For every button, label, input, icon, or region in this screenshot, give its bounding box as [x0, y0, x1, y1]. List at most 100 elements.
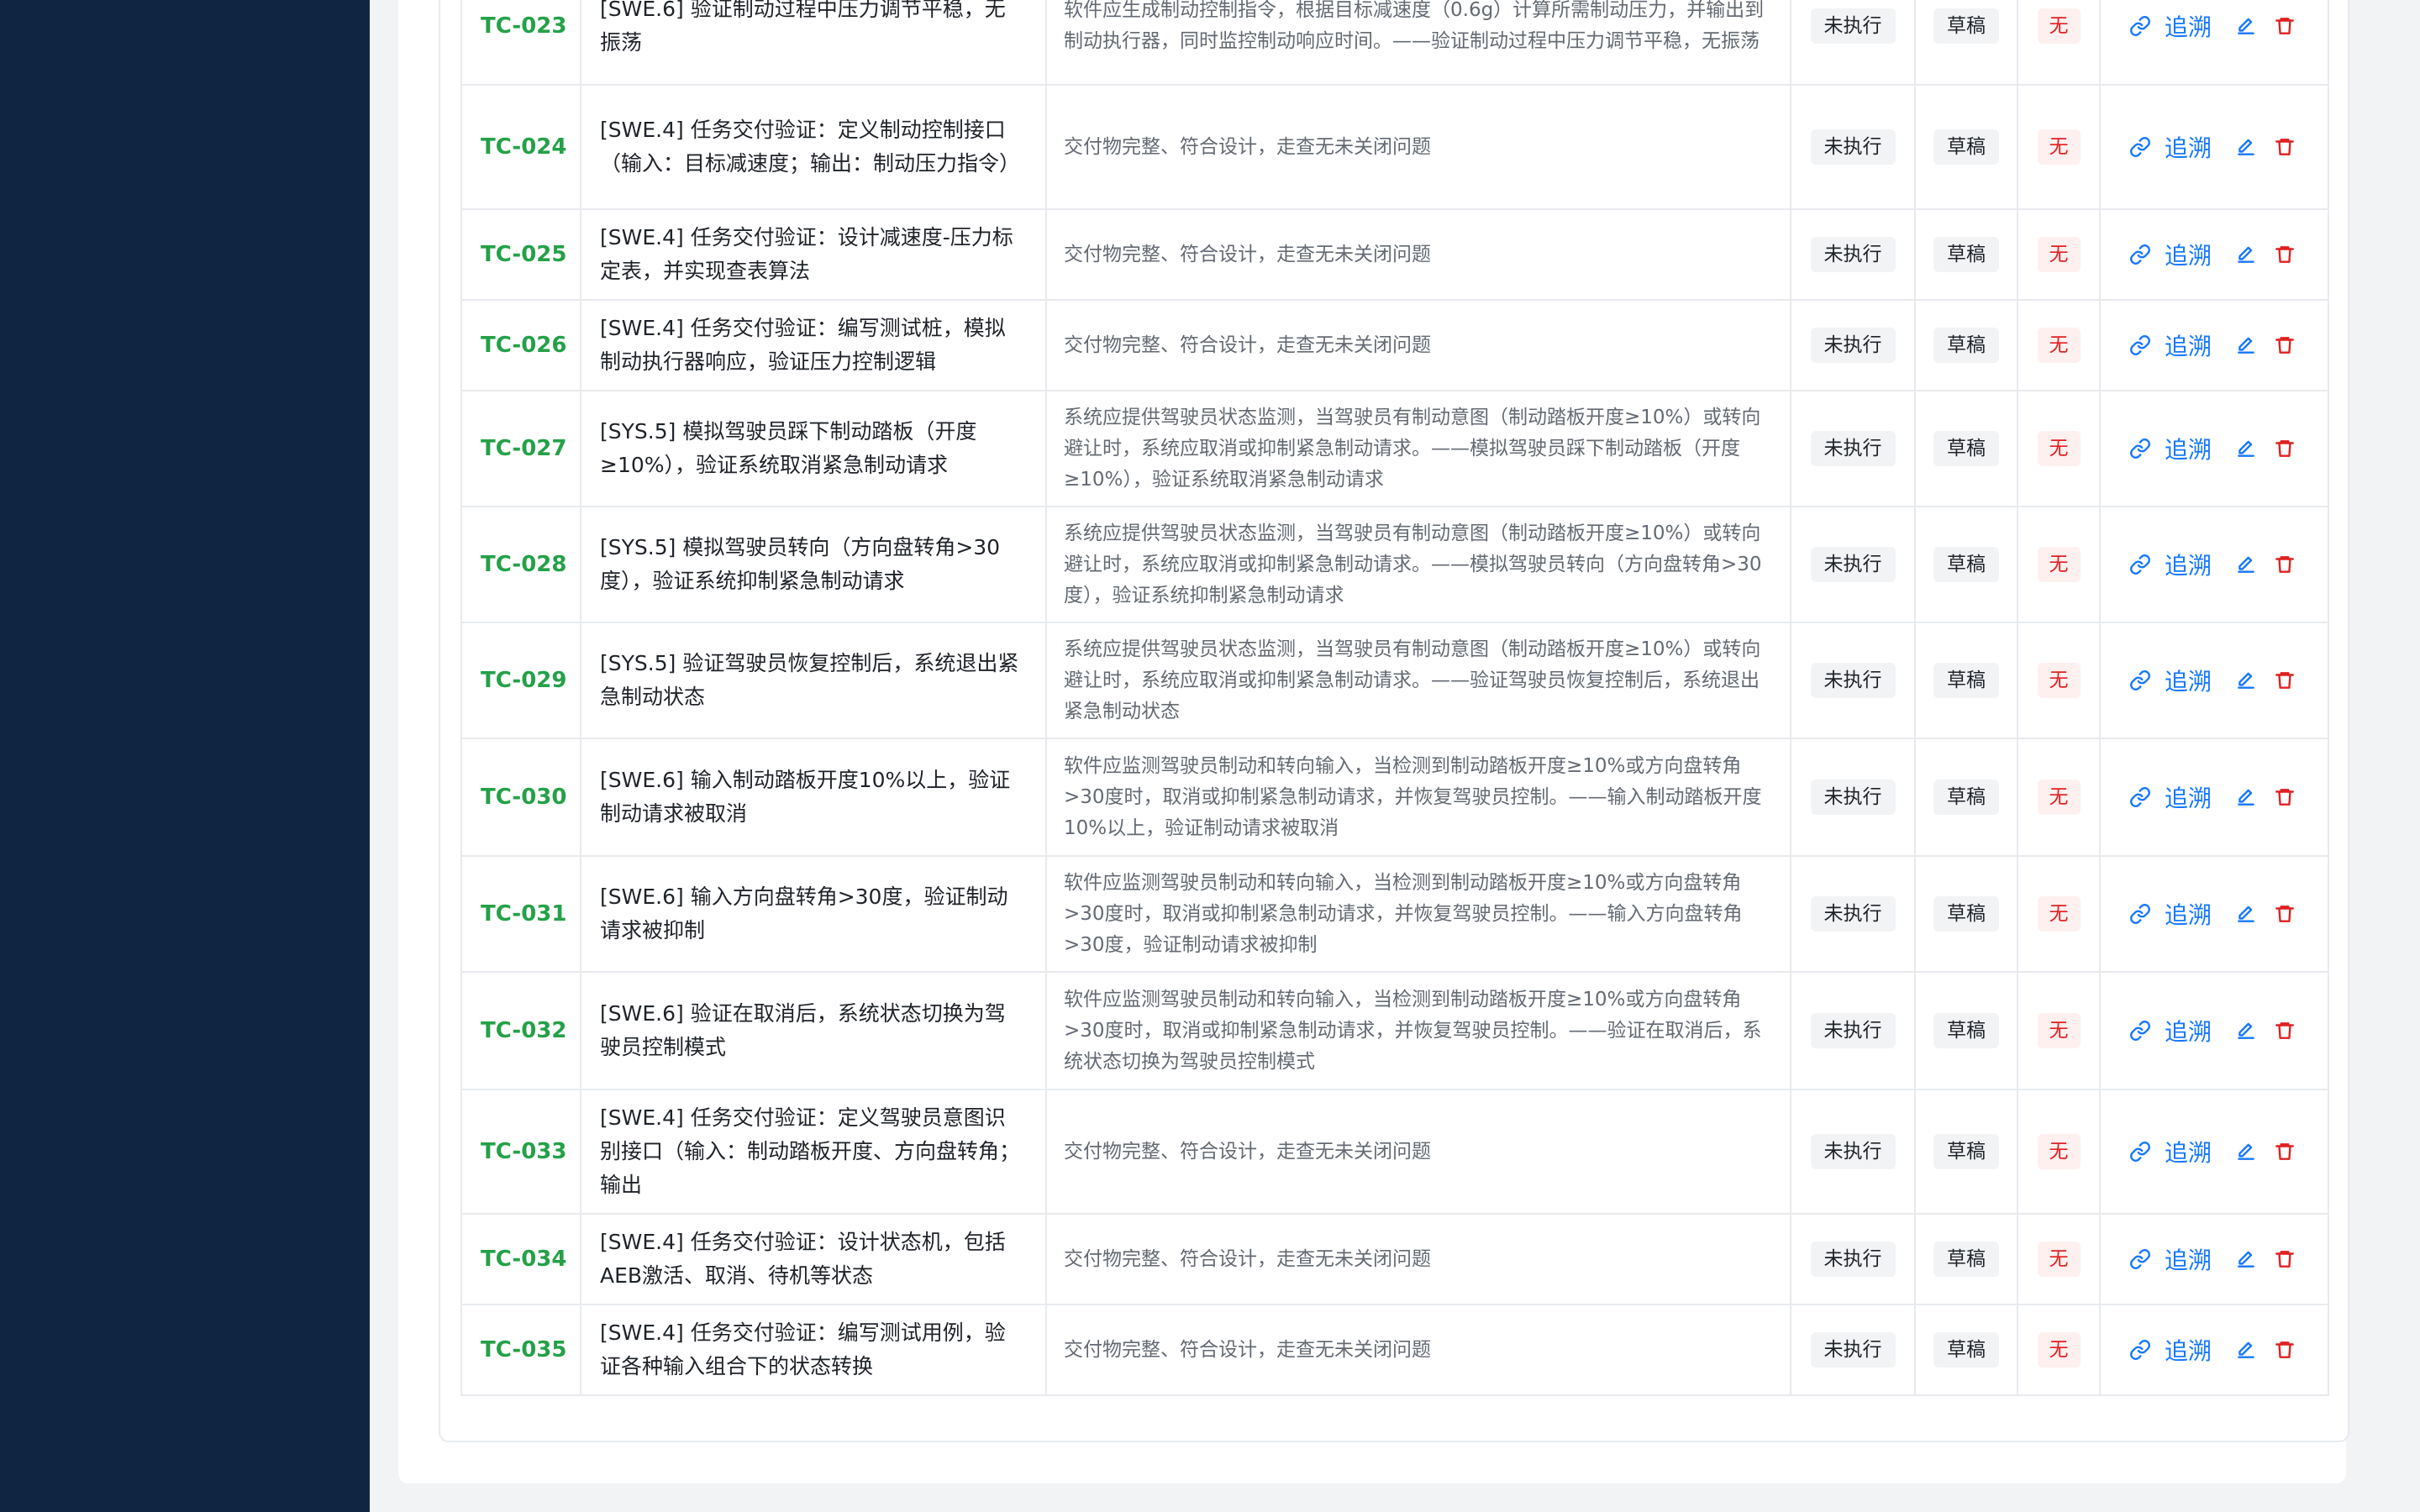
row-actions: 追溯 [2129, 1135, 2328, 1168]
edit-button[interactable] [2235, 669, 2257, 691]
case-id-text[interactable]: TC-028 [481, 552, 566, 577]
edit-button[interactable] [2235, 15, 2257, 37]
delete-button[interactable] [2274, 669, 2296, 691]
trace-label[interactable]: 追溯 [2165, 9, 2212, 43]
case-id-text[interactable]: TC-024 [481, 134, 566, 160]
trace-label[interactable]: 追溯 [2165, 780, 2212, 814]
case-id[interactable]: TC-023 [460, 0, 581, 86]
trace-label[interactable]: 追溯 [2165, 328, 2212, 362]
trace-button[interactable]: 追溯 [2129, 897, 2212, 931]
status-badge: 草稿 [1933, 1242, 1999, 1277]
case-description: 交付物完整、符合设计，走查无未关闭问题 [1045, 208, 1791, 301]
trace-button[interactable]: 追溯 [2129, 780, 2212, 814]
trace-button[interactable]: 追溯 [2129, 432, 2212, 465]
trace-label[interactable]: 追溯 [2165, 548, 2212, 581]
case-id[interactable]: TC-024 [460, 84, 581, 210]
case-id-text[interactable]: TC-031 [481, 901, 566, 927]
case-id[interactable]: TC-035 [460, 1304, 581, 1396]
case-id[interactable]: TC-026 [460, 299, 581, 391]
case-id-text[interactable]: TC-025 [481, 242, 566, 267]
execution-status-cell: 未执行 [1790, 0, 1916, 86]
test-case-table: TC-023 [SWE.6] 验证制动过程中压力调节平稳，无振荡 软件应生成制动… [460, 0, 2329, 1396]
case-id-text[interactable]: TC-035 [481, 1337, 566, 1362]
case-id[interactable]: TC-032 [460, 971, 581, 1090]
trace-button[interactable]: 追溯 [2129, 1333, 2212, 1367]
delete-button[interactable] [2274, 1020, 2296, 1042]
delete-button[interactable] [2274, 15, 2296, 37]
table-row: TC-028 [SYS.5] 模拟驾驶员转向（方向盘转角>30度），验证系统抑制… [460, 506, 2329, 623]
trace-label[interactable]: 追溯 [2165, 1333, 2212, 1367]
status-badge: 草稿 [1933, 8, 1999, 44]
edit-button[interactable] [2235, 903, 2257, 925]
edit-button[interactable] [2235, 1020, 2257, 1042]
trace-label[interactable]: 追溯 [2165, 1135, 2212, 1168]
delete-button[interactable] [2274, 334, 2296, 356]
delete-button[interactable] [2274, 438, 2296, 459]
defect-badge: 无 [2037, 1134, 2081, 1169]
case-id-text[interactable]: TC-030 [481, 785, 566, 810]
case-description-text: 交付物完整、符合设计，走查无未关闭问题 [1064, 243, 1431, 265]
delete-button[interactable] [2274, 554, 2296, 575]
trace-button[interactable]: 追溯 [2129, 1014, 2212, 1047]
delete-button[interactable] [2274, 1339, 2296, 1361]
trace-button[interactable]: 追溯 [2129, 548, 2212, 581]
trace-button[interactable]: 追溯 [2129, 664, 2212, 697]
trace-button[interactable]: 追溯 [2129, 9, 2212, 43]
trace-button[interactable]: 追溯 [2129, 130, 2212, 164]
trace-button[interactable]: 追溯 [2129, 238, 2212, 271]
trace-label[interactable]: 追溯 [2165, 664, 2212, 697]
case-title: [SWE.6] 输入制动踏板开度10%以上，验证制动请求被取消 [580, 738, 1047, 857]
case-id[interactable]: TC-028 [460, 506, 581, 623]
edit-button[interactable] [2235, 786, 2257, 808]
defect-badge: 无 [2037, 1332, 2081, 1368]
edit-button[interactable] [2235, 334, 2257, 356]
trash-icon [2275, 18, 2294, 34]
case-id-text[interactable]: TC-026 [481, 333, 566, 358]
case-id[interactable]: TC-029 [460, 622, 581, 739]
delete-button[interactable] [2274, 136, 2296, 158]
trace-button[interactable]: 追溯 [2129, 1135, 2212, 1168]
delete-button[interactable] [2274, 786, 2296, 808]
case-id-text[interactable]: TC-033 [481, 1139, 566, 1164]
actions-cell: 追溯 [2099, 738, 2329, 857]
case-id[interactable]: TC-027 [460, 390, 581, 507]
edit-button[interactable] [2235, 136, 2257, 158]
status-cell: 草稿 [1914, 299, 2018, 391]
trash-icon [2275, 1341, 2294, 1358]
delete-button[interactable] [2274, 903, 2296, 925]
trace-label[interactable]: 追溯 [2165, 432, 2212, 465]
edit-button[interactable] [2235, 1339, 2257, 1361]
trace-label[interactable]: 追溯 [2165, 1014, 2212, 1047]
case-id[interactable]: TC-031 [460, 855, 581, 973]
edit-button[interactable] [2235, 1248, 2257, 1270]
row-actions: 追溯 [2129, 1242, 2328, 1276]
trace-button[interactable]: 追溯 [2129, 1242, 2212, 1276]
trace-label[interactable]: 追溯 [2165, 1242, 2212, 1276]
actions-cell: 追溯 [2099, 1089, 2329, 1215]
edit-button[interactable] [2235, 438, 2257, 459]
case-id-text[interactable]: TC-023 [481, 13, 566, 39]
execution-status-tag: 未执行 [1810, 547, 1896, 582]
case-id[interactable]: TC-033 [460, 1089, 581, 1215]
trace-button[interactable]: 追溯 [2129, 328, 2212, 362]
trace-label[interactable]: 追溯 [2165, 897, 2212, 931]
edit-button[interactable] [2235, 554, 2257, 575]
case-id-text[interactable]: TC-032 [481, 1018, 566, 1043]
trace-label[interactable]: 追溯 [2165, 130, 2212, 164]
edit-button[interactable] [2235, 1141, 2257, 1163]
delete-button[interactable] [2274, 1141, 2296, 1163]
trace-label[interactable]: 追溯 [2165, 238, 2212, 271]
link-icon [2130, 1340, 2150, 1360]
case-id-text[interactable]: TC-027 [481, 436, 566, 461]
case-id[interactable]: TC-030 [460, 738, 581, 857]
execution-status-cell: 未执行 [1790, 84, 1916, 210]
case-id[interactable]: TC-034 [460, 1213, 581, 1305]
status-cell: 草稿 [1914, 971, 2018, 1090]
delete-button[interactable] [2274, 244, 2296, 265]
delete-button[interactable] [2274, 1248, 2296, 1270]
case-id-text[interactable]: TC-029 [481, 668, 566, 693]
edit-button[interactable] [2235, 244, 2257, 265]
actions-cell: 追溯 [2099, 208, 2329, 301]
case-id[interactable]: TC-025 [460, 208, 581, 301]
case-id-text[interactable]: TC-034 [481, 1247, 566, 1272]
